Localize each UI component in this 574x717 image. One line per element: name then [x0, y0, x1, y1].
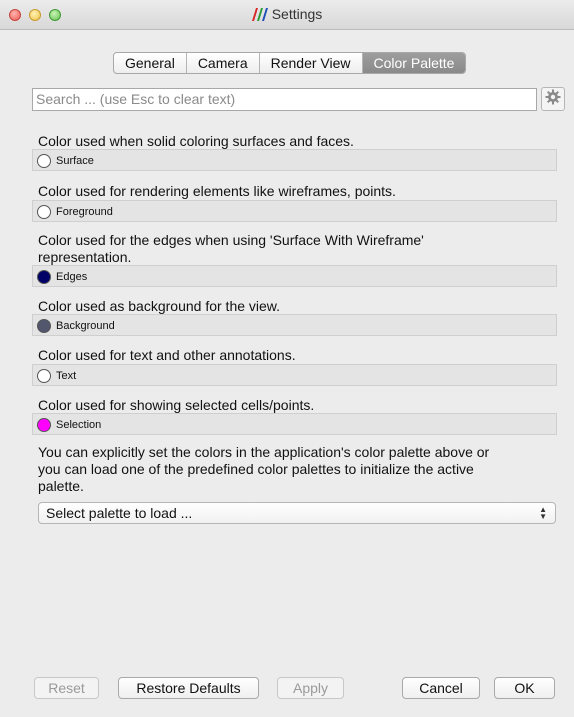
text-color-button[interactable]: Text: [37, 367, 76, 384]
background-color-label: Background: [56, 319, 115, 332]
window-title: Settings: [271, 6, 323, 22]
tab-general[interactable]: General: [114, 53, 187, 73]
palette-select-value: Select palette to load ...: [46, 505, 193, 521]
edges-color-label: Edges: [56, 270, 88, 283]
foreground-color-row: Foreground: [32, 200, 557, 222]
edges-description-line2: representation.: [38, 249, 132, 265]
advanced-settings-button[interactable]: [541, 87, 565, 111]
palette-note: You can explicitly set the colors in the…: [38, 444, 558, 495]
selection-description: Color used for showing selected cells/po…: [38, 397, 315, 413]
surface-color-button[interactable]: Surface: [37, 152, 94, 169]
tab-color-palette[interactable]: Color Palette: [362, 53, 466, 73]
apply-button[interactable]: Apply: [277, 677, 344, 699]
surface-color-label: Surface: [56, 154, 94, 167]
selection-color-swatch: [37, 417, 51, 432]
foreground-description: Color used for rendering elements like w…: [38, 183, 396, 199]
cancel-button[interactable]: Cancel: [402, 677, 480, 699]
palette-note-line3: palette.: [38, 478, 84, 494]
selection-color-label: Selection: [56, 418, 102, 431]
foreground-color-swatch: [37, 204, 51, 219]
text-color-label: Text: [56, 369, 77, 382]
search-input[interactable]: Search ... (use Esc to clear text): [32, 88, 537, 111]
text-color-row: Text: [32, 364, 557, 386]
background-color-row: Background: [32, 314, 557, 336]
surface-color-swatch: [37, 153, 51, 168]
text-color-swatch: [37, 368, 51, 383]
surface-description: Color used when solid coloring surfaces …: [38, 133, 354, 149]
tab-camera[interactable]: Camera: [187, 53, 260, 73]
reset-button[interactable]: Reset: [34, 677, 99, 699]
tab-render-view[interactable]: Render View: [260, 53, 363, 73]
updown-arrows-icon: ▲ ▼: [539, 505, 547, 521]
background-color-swatch: [37, 318, 51, 333]
palette-note-line2: you can load one of the predefined color…: [38, 461, 474, 477]
edges-color-button[interactable]: Edges: [37, 268, 87, 285]
foreground-color-button[interactable]: Foreground: [37, 203, 113, 220]
palette-select[interactable]: Select palette to load ... ▲ ▼: [38, 502, 556, 524]
background-description: Color used as background for the view.: [38, 298, 281, 314]
text-description: Color used for text and other annotation…: [38, 347, 296, 363]
selection-color-row: Selection: [32, 413, 557, 435]
background-color-button[interactable]: Background: [37, 317, 115, 334]
edges-color-swatch: [37, 269, 51, 284]
selection-color-button[interactable]: Selection: [37, 416, 101, 433]
settings-window: Settings General Camera Render View Colo…: [0, 0, 574, 717]
ok-button[interactable]: OK: [494, 677, 555, 699]
edges-color-row: Edges: [32, 265, 557, 287]
paraview-logo-icon: [251, 8, 268, 24]
restore-defaults-button[interactable]: Restore Defaults: [118, 677, 259, 699]
gear-icon: [545, 89, 561, 110]
settings-tabs: General Camera Render View Color Palette: [113, 52, 467, 74]
title-bar: Settings: [0, 0, 574, 30]
surface-color-row: Surface: [32, 149, 557, 171]
palette-note-line1: You can explicitly set the colors in the…: [38, 444, 490, 460]
foreground-color-label: Foreground: [56, 205, 113, 218]
edges-description: Color used for the edges when using 'Sur…: [38, 232, 424, 248]
